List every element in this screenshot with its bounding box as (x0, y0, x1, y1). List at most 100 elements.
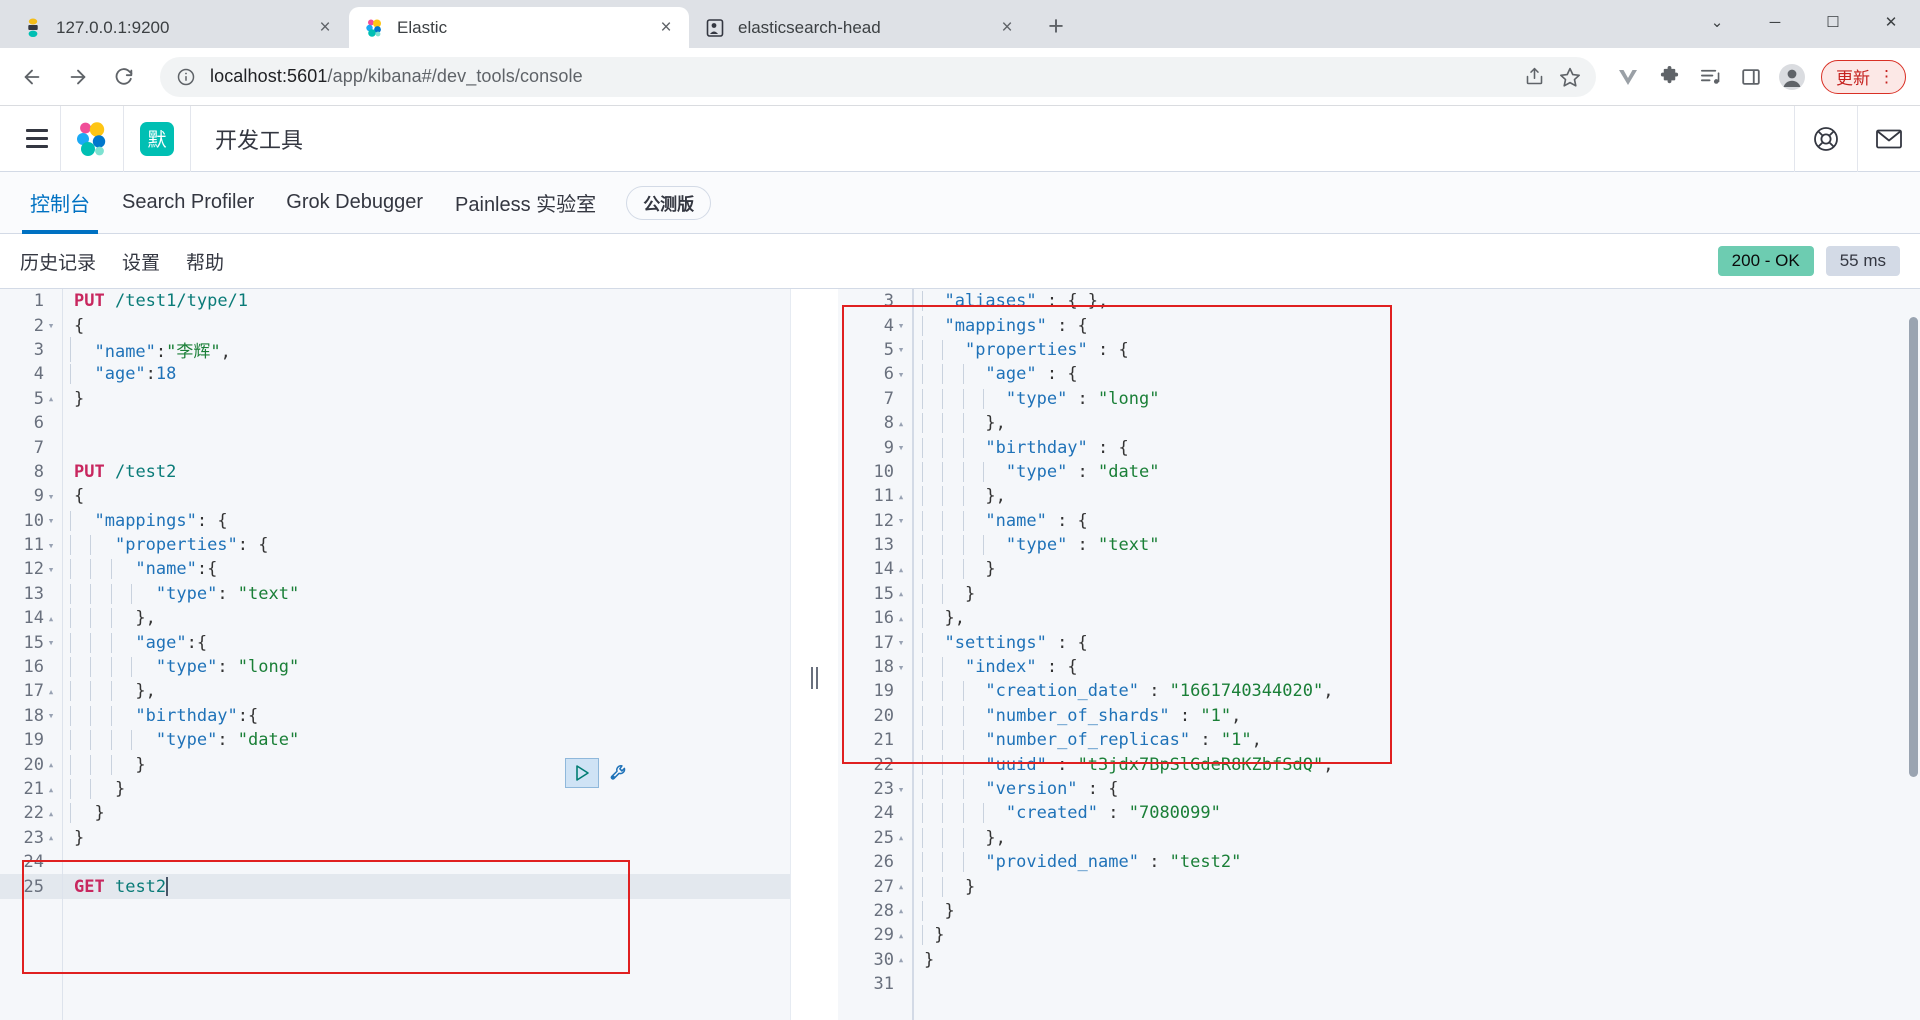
code-line[interactable]: 2 ▾ { (0, 313, 790, 337)
code-line[interactable]: 12 ▾ "name":{ (0, 557, 790, 581)
code-line[interactable]: 26 "provided_name" : "test2" (838, 850, 1920, 874)
fold-toggle-icon[interactable]: ▾ (894, 441, 908, 454)
code-line[interactable]: 29 ▴ } (838, 923, 1920, 947)
code-line[interactable]: 8 ▴ }, (838, 411, 1920, 435)
extensions-puzzle-icon[interactable] (1650, 58, 1688, 96)
fold-toggle-icon[interactable]: ▴ (894, 587, 908, 600)
code-line[interactable]: 5 ▴} (0, 387, 790, 411)
code-line[interactable]: 21 ▴ } (0, 777, 790, 801)
code-line[interactable]: 7 (0, 435, 790, 459)
code-line[interactable]: 25 ▴ }, (838, 826, 1920, 850)
fold-toggle-icon[interactable]: ▾ (894, 319, 908, 332)
fold-toggle-icon[interactable]: ▾ (44, 514, 58, 527)
close-icon[interactable]: × (653, 15, 679, 41)
browser-menu-icon[interactable]: ⋮ (1878, 68, 1895, 85)
splitter-handle[interactable] (810, 667, 818, 689)
tab-search-profiler[interactable]: Search Profiler (106, 172, 270, 234)
request-code-lines[interactable]: 1 PUT /test1/type/1 2 ▾{3 "name":"李辉", 4 "ag… (0, 289, 790, 1020)
request-editor-pane[interactable]: 1 PUT /test1/type/1 2 ▾{3 "name":"李辉", 4 "ag… (0, 289, 790, 1020)
settings-link[interactable]: 设置 (122, 248, 160, 275)
fold-toggle-icon[interactable]: ▴ (894, 417, 908, 430)
browser-tab-1[interactable]: 127.0.0.1:9200 × (8, 7, 348, 48)
code-line[interactable]: 18 ▾ "index" : { (838, 655, 1920, 679)
code-line[interactable]: 23 ▴} (0, 826, 790, 850)
code-line[interactable]: 6 ▾ "age" : { (838, 362, 1920, 386)
fold-toggle-icon[interactable]: ▾ (894, 636, 908, 649)
code-line[interactable]: 9 ▾ { (0, 484, 790, 508)
bookmark-star-icon[interactable] (1552, 59, 1588, 95)
code-line[interactable]: 17 ▾ "settings" : { (838, 630, 1920, 654)
fold-toggle-icon[interactable]: ▴ (44, 831, 58, 844)
play-icon[interactable] (565, 758, 599, 788)
update-button[interactable]: 更新 ⋮ (1821, 59, 1906, 94)
code-line[interactable]: 11 ▴ }, (838, 484, 1920, 508)
fold-toggle-icon[interactable]: ▴ (894, 880, 908, 893)
fold-toggle-icon[interactable]: ▴ (894, 831, 908, 844)
fold-toggle-icon[interactable]: ▴ (44, 807, 58, 820)
code-line[interactable]: 21 "number_of_replicas" : "1", (838, 728, 1920, 752)
fold-toggle-icon[interactable]: ▾ (44, 490, 58, 503)
maximize-button[interactable]: ☐ (1804, 0, 1862, 44)
code-line[interactable]: 9 ▾ "birthday" : { (838, 435, 1920, 459)
site-info-icon[interactable] (176, 67, 196, 87)
response-code-lines[interactable]: 3 "aliases" : { }, 4 ▾ "mappings" : {5 ▾ "p… (838, 289, 1920, 1020)
code-line[interactable]: 23 ▾ "version" : { (838, 777, 1920, 801)
code-line[interactable]: 12 ▾ "name" : { (838, 509, 1920, 533)
code-line[interactable]: 13 "type" : "text" (838, 533, 1920, 557)
code-line[interactable]: 14 ▴ } (838, 557, 1920, 581)
omnibox[interactable]: localhost:5601/app/kibana#/dev_tools/con… (160, 56, 1596, 97)
reload-icon[interactable] (104, 57, 144, 97)
fold-toggle-icon[interactable]: ▴ (44, 783, 58, 796)
code-line[interactable]: 17 ▴ }, (0, 679, 790, 703)
fold-toggle-icon[interactable]: ▴ (894, 929, 908, 942)
fold-toggle-icon[interactable]: ▴ (894, 563, 908, 576)
chevron-down-icon[interactable]: ⌄ (1688, 0, 1746, 44)
page-scrollbar-thumb[interactable] (1909, 719, 1918, 777)
help-lifebuoy-icon[interactable] (1795, 106, 1857, 172)
code-line[interactable]: 14 ▴ }, (0, 606, 790, 630)
code-line[interactable]: 11 ▾ "properties": { (0, 533, 790, 557)
code-line[interactable]: 18 ▾ "birthday":{ (0, 704, 790, 728)
pane-splitter[interactable] (790, 289, 838, 1020)
code-line[interactable]: 16 "type": "long" (0, 655, 790, 679)
code-line[interactable]: 20 "number_of_shards" : "1", (838, 704, 1920, 728)
side-panel-icon[interactable] (1732, 58, 1770, 96)
profile-avatar[interactable] (1773, 58, 1811, 96)
code-line[interactable]: 15 ▴ } (838, 582, 1920, 606)
fold-toggle-icon[interactable]: ▴ (44, 612, 58, 625)
fold-toggle-icon[interactable]: ▴ (894, 904, 908, 917)
close-icon[interactable]: × (312, 15, 338, 41)
code-line[interactable]: 31 (838, 972, 1920, 996)
fold-toggle-icon[interactable]: ▴ (894, 612, 908, 625)
back-icon[interactable] (12, 57, 52, 97)
code-line[interactable]: 6 (0, 411, 790, 435)
code-line[interactable]: 5 ▾ "properties" : { (838, 338, 1920, 362)
vimium-extension-icon[interactable] (1609, 58, 1647, 96)
browser-tab-2[interactable]: Elastic × (349, 7, 689, 48)
code-line[interactable]: 22 "uuid" : "t3jdx7BpSlGdeR8KZbfSdQ", (838, 752, 1920, 776)
fold-toggle-icon[interactable]: ▾ (44, 563, 58, 576)
code-line[interactable]: 24 (0, 850, 790, 874)
minimize-button[interactable]: ─ (1746, 0, 1804, 44)
code-line[interactable]: 20 ▴ } (0, 752, 790, 776)
code-line[interactable]: 13 "type": "text" (0, 582, 790, 606)
code-line[interactable]: 8 PUT /test2 (0, 460, 790, 484)
tab-painless-lab[interactable]: Painless 实验室 (439, 172, 612, 234)
code-line[interactable]: 16 ▴ }, (838, 606, 1920, 630)
fold-toggle-icon[interactable]: ▾ (894, 661, 908, 674)
fold-toggle-icon[interactable]: ▴ (44, 685, 58, 698)
close-icon[interactable]: × (994, 15, 1020, 41)
space-badge[interactable]: 默 (140, 121, 174, 156)
fold-toggle-icon[interactable]: ▾ (894, 514, 908, 527)
hamburger-menu-icon[interactable] (14, 116, 60, 162)
fold-toggle-icon[interactable]: ▴ (894, 953, 908, 966)
code-line[interactable]: 15 ▾ "age":{ (0, 630, 790, 654)
code-line[interactable]: 7 "type" : "long" (838, 387, 1920, 411)
close-window-button[interactable]: ✕ (1862, 0, 1920, 44)
fold-toggle-icon[interactable]: ▾ (894, 783, 908, 796)
response-scrollbar-thumb[interactable] (1909, 317, 1918, 727)
code-line[interactable]: 3 "aliases" : { }, (838, 289, 1920, 313)
code-line[interactable]: 4 "age":18 (0, 362, 790, 386)
code-line[interactable]: 3 "name":"李辉", (0, 337, 790, 363)
code-line[interactable]: 25 GET test2 (0, 874, 790, 899)
